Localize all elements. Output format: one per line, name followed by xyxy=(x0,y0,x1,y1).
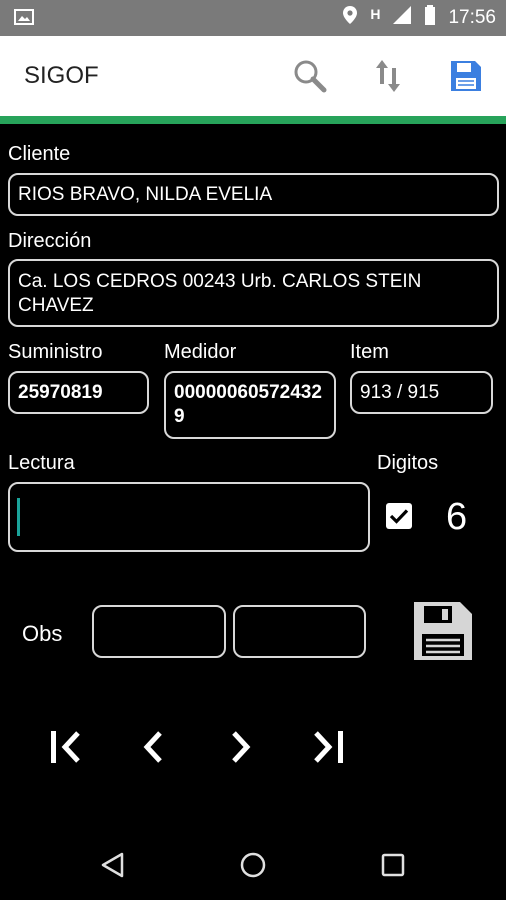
app-title: SIGOF xyxy=(24,62,99,89)
direccion-field[interactable]: Ca. LOS CEDROS 00243 Urb. CARLOS STEIN C… xyxy=(8,259,499,327)
obs-field-2[interactable] xyxy=(233,605,366,658)
clock: 17:56 xyxy=(448,7,496,28)
medidor-label: Medidor xyxy=(164,341,237,363)
item-field[interactable]: 913 / 915 xyxy=(350,371,493,414)
search-button[interactable] xyxy=(290,56,330,96)
network-type-label: H xyxy=(370,6,381,22)
status-bar: H 17:56 xyxy=(0,0,506,36)
suministro-field[interactable]: 25970819 xyxy=(8,371,149,414)
save-toolbar-button[interactable] xyxy=(446,56,486,96)
text-cursor xyxy=(17,498,20,536)
recents-square-icon xyxy=(381,853,405,877)
chevron-right-icon xyxy=(232,731,251,763)
lectura-label: Lectura xyxy=(8,452,75,474)
obs-field-1[interactable] xyxy=(92,605,226,658)
app-bar: SIGOF xyxy=(0,36,506,116)
chevron-left-icon xyxy=(143,731,162,763)
home-circle-icon xyxy=(240,852,266,878)
obs-label: Obs xyxy=(22,621,63,646)
digitos-value: 6 xyxy=(446,496,468,538)
swap-vertical-icon xyxy=(376,60,400,92)
location-icon xyxy=(342,5,358,31)
system-recents-button[interactable] xyxy=(368,840,418,890)
item-label: Item xyxy=(350,341,389,363)
suministro-label: Suministro xyxy=(8,341,103,363)
save-icon xyxy=(414,602,472,660)
checkmark-icon xyxy=(389,509,409,524)
battery-icon xyxy=(424,5,436,31)
next-record-button[interactable] xyxy=(216,722,266,772)
last-record-button[interactable] xyxy=(304,722,354,772)
medidor-field[interactable]: 000000605724329 xyxy=(164,371,336,439)
system-back-button[interactable] xyxy=(88,840,138,890)
signal-icon xyxy=(392,5,412,31)
system-home-button[interactable] xyxy=(228,840,278,890)
first-record-button[interactable] xyxy=(40,722,90,772)
cliente-label: Cliente xyxy=(8,143,71,165)
direccion-label: Dirección xyxy=(8,230,92,252)
previous-record-button[interactable] xyxy=(128,722,178,772)
save-reading-button[interactable] xyxy=(412,600,474,662)
digitos-checkbox[interactable] xyxy=(386,503,412,529)
last-page-icon xyxy=(314,731,343,763)
save-icon xyxy=(451,61,481,91)
accent-divider xyxy=(0,116,506,124)
lectura-input[interactable] xyxy=(8,482,370,552)
search-icon xyxy=(294,60,327,93)
digitos-label: Digitos xyxy=(377,452,439,474)
image-notification-icon xyxy=(14,9,34,25)
back-triangle-icon xyxy=(101,852,124,878)
cliente-field[interactable]: RIOS BRAVO, NILDA EVELIA xyxy=(8,173,499,216)
first-page-icon xyxy=(51,731,80,763)
sort-button[interactable] xyxy=(368,56,408,96)
